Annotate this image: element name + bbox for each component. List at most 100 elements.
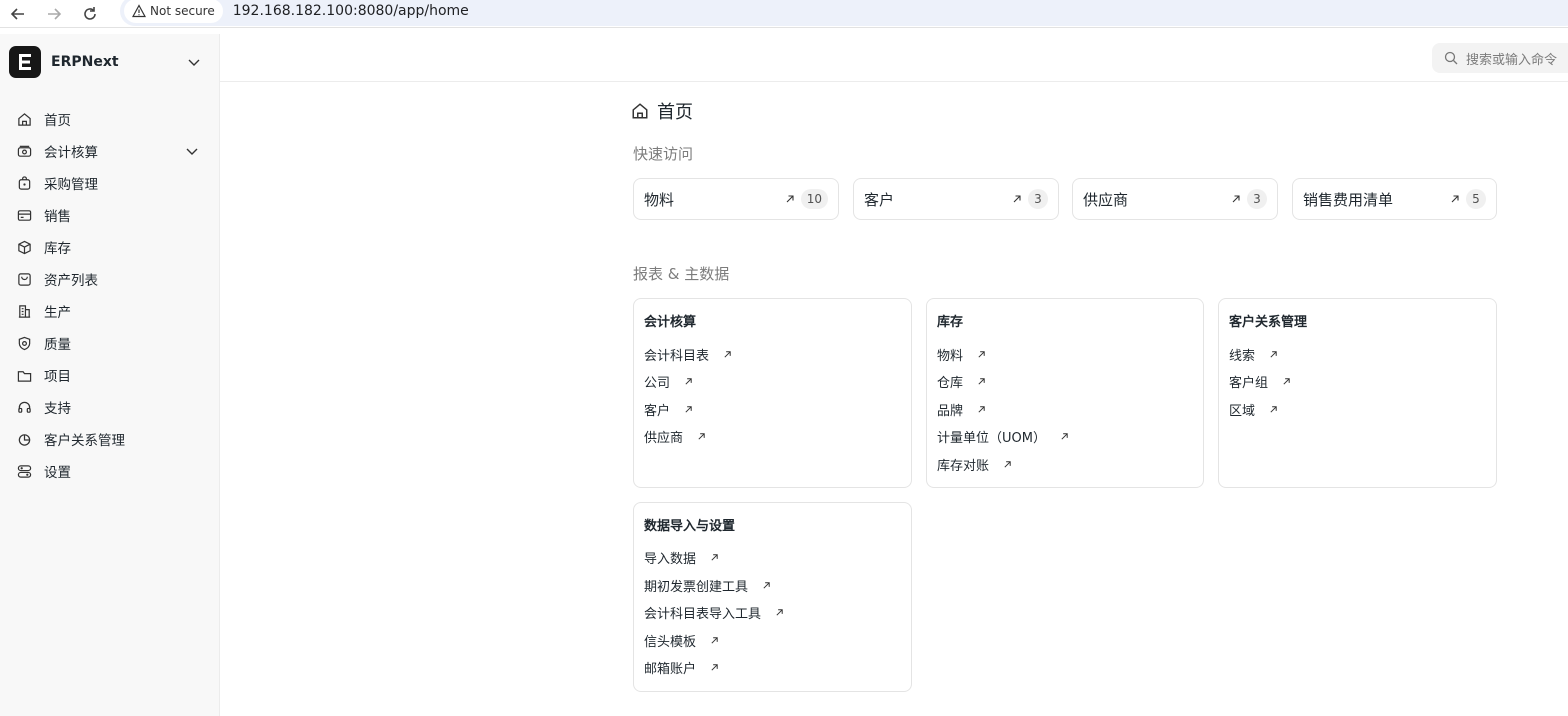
sidebar-item-label: 库存 <box>44 241 71 257</box>
home-icon <box>16 111 32 127</box>
arrow-up-right-icon <box>711 664 718 671</box>
arrow-up-right-icon <box>776 609 783 616</box>
card-link[interactable]: 会计科目表 <box>644 345 732 364</box>
card-link[interactable]: 信头模板 <box>644 631 719 650</box>
shortcut-count: 5 <box>1466 189 1486 209</box>
sidebar-item-crm[interactable]: 客户关系管理 <box>0 423 219 455</box>
arrow-up-right-icon <box>1012 194 1022 204</box>
reload-icon <box>84 6 96 20</box>
app-name: ERPNext <box>51 54 119 70</box>
card-link-label: 供应商 <box>644 431 684 446</box>
back-button[interactable] <box>0 0 36 28</box>
sidebar-item-support[interactable]: 支持 <box>0 391 219 423</box>
card-link-label: 客户 <box>644 404 671 419</box>
arrow-left-icon <box>10 7 24 20</box>
sidebar-item-label: 生产 <box>44 305 71 321</box>
card-link[interactable]: 线索 <box>1229 345 1278 364</box>
stock-icon <box>16 239 32 255</box>
shortcut-supplier[interactable]: 供应商 3 <box>1072 178 1278 220</box>
sidebar-item-projects[interactable]: 项目 <box>0 359 219 391</box>
address-bar[interactable]: Not secure 192.168.182.100:8080/app/home <box>120 0 1568 26</box>
arrow-up-right-icon <box>785 194 795 204</box>
card-link-label: 公司 <box>644 376 671 391</box>
arrow-right-icon <box>48 7 62 20</box>
search-icon <box>1444 51 1458 65</box>
sidebar-item-label: 客户关系管理 <box>44 433 125 449</box>
url-text[interactable]: 192.168.182.100:8080/app/home <box>233 3 469 19</box>
shortcut-count: 10 <box>800 189 828 209</box>
card-link[interactable]: 计量单位（UOM） <box>937 427 1069 446</box>
shortcut-sales-invoice[interactable]: 销售费用清单 5 <box>1292 178 1497 220</box>
card-link[interactable]: 公司 <box>644 372 693 391</box>
chevron-down-icon <box>186 148 198 155</box>
reload-button[interactable] <box>72 0 108 28</box>
shortcut-label: 客户 <box>864 190 895 209</box>
search-input[interactable]: 搜索或输入命令 <box>1432 43 1568 73</box>
card-title: 客户关系管理 <box>1229 315 1308 330</box>
card-link[interactable]: 品牌 <box>937 400 986 419</box>
card-link-label: 库存对账 <box>937 459 990 474</box>
arrow-up-right-icon <box>1231 194 1241 204</box>
card-link-label: 区域 <box>1229 404 1256 419</box>
sidebar-item-home[interactable]: 首页 <box>0 103 219 135</box>
card-data-import: 数据导入与设置 导入数据 期初发票创建工具 会计科目表导入工具 信头模板 邮箱账… <box>633 502 912 692</box>
sidebar-item-label: 质量 <box>44 337 71 353</box>
card-link-label: 会计科目表导入工具 <box>644 607 762 622</box>
card-link[interactable]: 物料 <box>937 345 986 364</box>
card-link[interactable]: 仓库 <box>937 372 986 391</box>
sidebar-item-label: 资产列表 <box>44 273 98 289</box>
card-link[interactable]: 客户 <box>644 400 693 419</box>
card-link[interactable]: 导入数据 <box>644 548 719 567</box>
home-icon <box>632 103 648 119</box>
forward-button[interactable] <box>36 0 72 28</box>
arrow-up-right-icon <box>685 378 692 385</box>
page-header: 首页 <box>631 98 693 124</box>
arrow-up-right-icon <box>698 433 705 440</box>
erpnext-logo-icon <box>19 54 31 70</box>
card-link[interactable]: 客户组 <box>1229 372 1291 391</box>
card-link-label: 线索 <box>1229 349 1256 364</box>
arrow-up-right-icon <box>763 582 770 589</box>
sidebar: ERPNext 首页 会计核算 采购管理 销售 库存 资产列表 生产 质量 项目… <box>0 34 220 716</box>
card-link[interactable]: 邮箱账户 <box>644 658 719 677</box>
sidebar-item-quality[interactable]: 质量 <box>0 327 219 359</box>
card-title: 库存 <box>937 315 964 330</box>
sidebar-item-stock[interactable]: 库存 <box>0 231 219 263</box>
arrow-up-right-icon <box>1004 461 1011 468</box>
card-link[interactable]: 期初发票创建工具 <box>644 576 771 595</box>
accounting-icon <box>16 143 32 159</box>
arrow-up-right-icon <box>978 378 985 385</box>
top-navbar: 搜索或输入命令 <box>220 34 1568 82</box>
security-chip[interactable]: Not secure <box>124 0 223 23</box>
sidebar-list: 首页 会计核算 采购管理 销售 库存 资产列表 生产 质量 项目 支持 客户关系… <box>0 103 219 487</box>
card-link[interactable]: 供应商 <box>644 427 706 446</box>
card-link[interactable]: 区域 <box>1229 400 1278 419</box>
card-link[interactable]: 库存对账 <box>937 455 1012 474</box>
card-link[interactable]: 会计科目表导入工具 <box>644 603 784 622</box>
card-link-label: 期初发票创建工具 <box>644 580 749 595</box>
card-accounting: 会计核算 会计科目表 公司 客户 供应商 <box>633 298 912 488</box>
shortcut-customer[interactable]: 客户 3 <box>853 178 1059 220</box>
security-label: Not secure <box>150 4 215 18</box>
sidebar-item-label: 设置 <box>44 465 71 481</box>
sidebar-item-manufacturing[interactable]: 生产 <box>0 295 219 327</box>
arrow-up-right-icon <box>1283 378 1290 385</box>
sidebar-item-settings[interactable]: 设置 <box>0 455 219 487</box>
sidebar-item-accounting[interactable]: 会计核算 <box>0 135 219 167</box>
arrow-up-right-icon <box>685 406 692 413</box>
shortcut-item[interactable]: 物料 10 <box>633 178 839 220</box>
sidebar-item-label: 会计核算 <box>44 145 98 161</box>
card-crm: 客户关系管理 线索 客户组 区域 <box>1218 298 1497 488</box>
card-link-label: 会计科目表 <box>644 349 710 364</box>
sidebar-item-label: 首页 <box>44 113 71 129</box>
settings-icon <box>16 463 32 479</box>
app-switcher[interactable]: ERPNext <box>9 46 209 78</box>
sidebar-item-buying[interactable]: 采购管理 <box>0 167 219 199</box>
sidebar-item-assets[interactable]: 资产列表 <box>0 263 219 295</box>
sidebar-item-selling[interactable]: 销售 <box>0 199 219 231</box>
quick-access-title: 快速访问 <box>633 145 694 163</box>
arrow-up-right-icon <box>1270 351 1277 358</box>
card-link-label: 物料 <box>937 349 964 364</box>
shortcut-count: 3 <box>1028 189 1048 209</box>
chevron-down-icon <box>188 59 200 66</box>
